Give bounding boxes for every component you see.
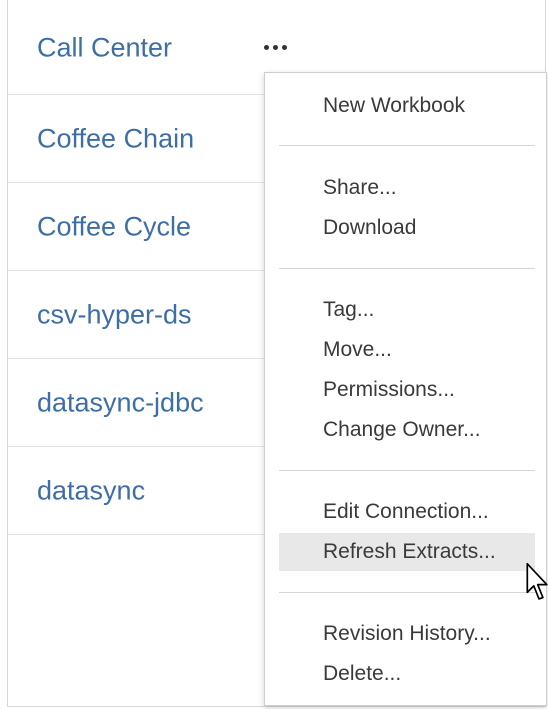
- menu-item-permissions[interactable]: Permissions...: [279, 371, 535, 409]
- datasource-name-link[interactable]: datasync-jdbc: [37, 387, 204, 418]
- datasource-name-link[interactable]: Coffee Cycle: [37, 211, 191, 242]
- mouse-pointer-icon: [526, 562, 548, 600]
- datasource-name-link[interactable]: csv-hyper-ds: [37, 299, 192, 330]
- datasource-name-link[interactable]: Call Center: [37, 33, 172, 64]
- ellipsis-icon-dot: [272, 44, 278, 50]
- ellipsis-icon-dot: [263, 44, 269, 50]
- menu-item-refresh-extracts[interactable]: Refresh Extracts...: [279, 533, 535, 571]
- datasource-name-link[interactable]: Coffee Chain: [37, 123, 194, 154]
- menu-item-move[interactable]: Move...: [279, 331, 535, 369]
- menu-separator: [279, 268, 535, 269]
- menu-item-edit-connection[interactable]: Edit Connection...: [279, 493, 535, 531]
- actions-context-menu: New Workbook Share... Download Tag... Mo…: [264, 72, 547, 706]
- ellipsis-icon-dot: [281, 44, 287, 50]
- menu-item-revision-history[interactable]: Revision History...: [279, 615, 535, 653]
- menu-item-download[interactable]: Download: [279, 209, 535, 247]
- menu-item-share[interactable]: Share...: [279, 169, 535, 207]
- menu-separator: [279, 592, 535, 593]
- datasource-name-link[interactable]: datasync: [37, 475, 145, 506]
- menu-item-tag[interactable]: Tag...: [279, 291, 535, 329]
- menu-item-new-workbook[interactable]: New Workbook: [279, 87, 535, 125]
- menu-item-change-owner[interactable]: Change Owner...: [279, 411, 535, 449]
- more-actions-button[interactable]: [255, 32, 295, 62]
- menu-separator: [279, 470, 535, 471]
- menu-item-delete[interactable]: Delete...: [279, 655, 535, 693]
- menu-separator: [279, 145, 535, 146]
